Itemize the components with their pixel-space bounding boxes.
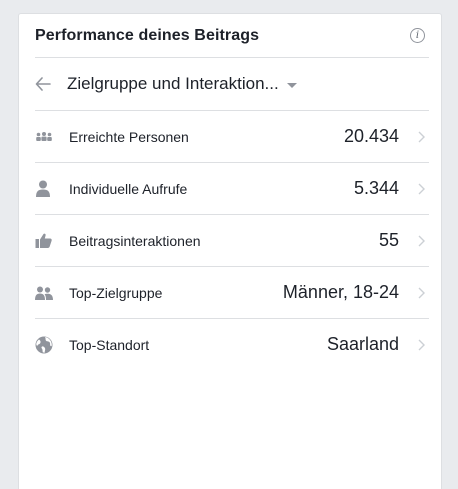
back-arrow-icon[interactable] [35, 77, 55, 91]
caret-down-icon [286, 82, 297, 88]
metrics-list: Erreichte Personen 20.434 Individuelle A… [19, 111, 441, 370]
chevron-right-icon [413, 183, 429, 195]
people-pair-icon [35, 283, 57, 303]
metric-value: 55 [378, 230, 399, 250]
metric-label: Top-Zielgruppe [69, 284, 163, 301]
metric-label: Top-Standort [69, 336, 150, 353]
metric-row-top-location[interactable]: Top-Standort Saarland [35, 319, 429, 370]
metric-row-interactions[interactable]: Beitragsinteraktionen 55 [35, 215, 429, 267]
metric-value: 20.434 [343, 126, 399, 146]
metric-value: Männer, 18-24 [282, 282, 399, 302]
chevron-right-icon [413, 235, 429, 247]
panel-header: Performance deines Beitrags i [35, 14, 429, 58]
dropdown-label: Zielgruppe und Interaktion... [67, 74, 279, 93]
metric-row-unique-views[interactable]: Individuelle Aufrufe 5.344 [35, 163, 429, 215]
person-icon [35, 179, 57, 199]
chevron-right-icon [413, 287, 429, 299]
chevron-right-icon [413, 131, 429, 143]
globe-icon [35, 335, 57, 355]
metric-label: Beitragsinteraktionen [69, 232, 201, 249]
metric-label: Erreichte Personen [69, 128, 189, 145]
post-performance-panel: Performance deines Beitrags i Zielgruppe… [18, 13, 442, 489]
metric-row-top-audience[interactable]: Top-Zielgruppe Männer, 18-24 [35, 267, 429, 319]
people-group-icon [35, 127, 57, 147]
audience-dropdown[interactable]: Zielgruppe und Interaktion... [35, 58, 429, 111]
thumbs-up-icon [35, 231, 57, 251]
metric-value: 5.344 [353, 178, 399, 198]
metric-label: Individuelle Aufrufe [69, 180, 188, 197]
metric-value: Saarland [326, 334, 399, 354]
chevron-right-icon [413, 339, 429, 351]
metric-row-reach[interactable]: Erreichte Personen 20.434 [35, 111, 429, 163]
info-icon[interactable]: i [410, 28, 425, 43]
panel-title: Performance deines Beitrags [35, 26, 260, 44]
